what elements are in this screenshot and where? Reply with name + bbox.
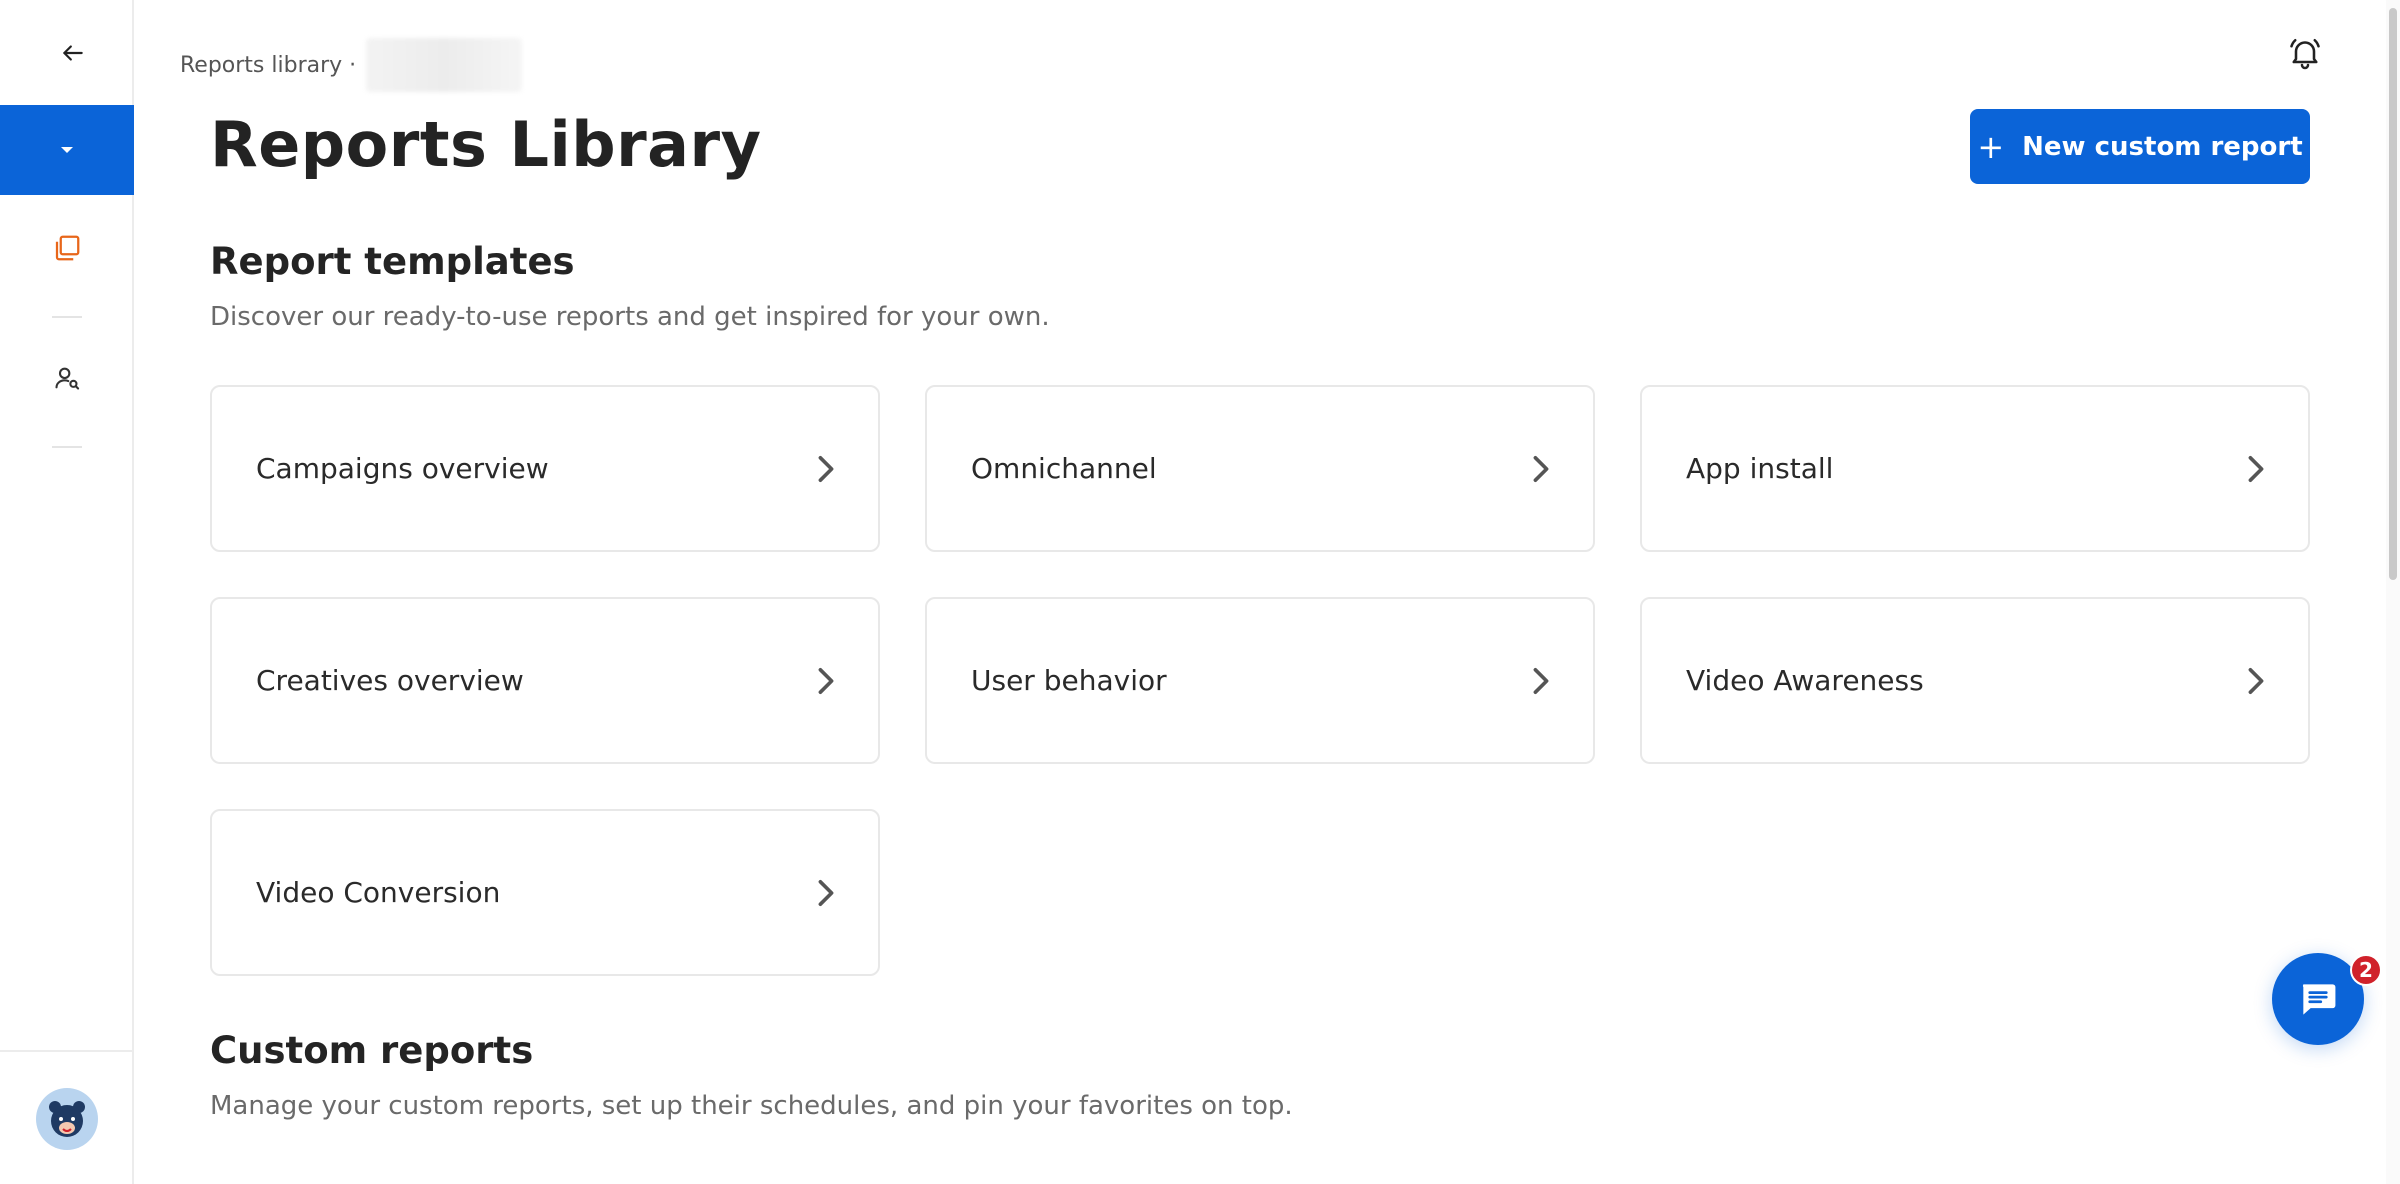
template-card-label: Omnichannel [971,452,1157,485]
user-search-icon [55,367,80,390]
templates-section-subtitle: Discover our ready-to-use reports and ge… [210,302,1050,332]
chevron-right-icon [1529,454,1553,484]
account-switcher-button[interactable] [0,105,134,195]
topbar: Reports library · [134,0,2400,100]
template-card-campaigns-overview[interactable]: Campaigns overview [210,385,880,552]
template-card-label: User behavior [971,664,1167,697]
caret-down-icon [61,147,73,153]
sidebar-footer-divider [0,1050,134,1052]
template-card-omnichannel[interactable]: Omnichannel [925,385,1595,552]
notifications-button[interactable] [2284,32,2326,74]
bell-ring-icon [2290,38,2320,70]
chat-unread-badge: 2 [2350,954,2382,986]
chevron-right-icon [1529,666,1553,696]
breadcrumb-reports-library[interactable]: Reports library · [180,53,356,78]
template-card-creatives-overview[interactable]: Creatives overview [210,597,880,764]
chevron-right-icon [814,666,838,696]
scrollbar-thumb[interactable] [2389,8,2397,580]
chevron-right-icon [814,454,838,484]
chevron-right-icon [2244,666,2268,696]
template-card-label: Video Awareness [1686,664,1924,697]
library-icon [55,235,80,261]
chevron-right-icon [814,878,838,908]
user-avatar[interactable] [36,1088,98,1150]
template-card-label: Campaigns overview [256,452,549,485]
chevron-right-icon [2244,454,2268,484]
chat-bubble-icon [2302,984,2336,1015]
breadcrumb: Reports library · [180,38,523,92]
new-custom-report-button[interactable]: + New custom report [1970,109,2310,184]
sidebar-divider [52,446,82,448]
sidebar-divider [52,316,82,318]
template-card-user-behavior[interactable]: User behavior [925,597,1595,764]
custom-section-subtitle: Manage your custom reports, set up their… [210,1091,1293,1121]
sidebar-item-audience[interactable] [34,345,100,411]
sidebar-item-reports[interactable] [34,215,100,281]
templates-section-title: Report templates [210,240,575,283]
new-custom-report-label: New custom report [2022,131,2303,162]
breadcrumb-redacted-account [366,38,523,92]
template-card-label: Video Conversion [256,876,501,909]
template-card-label: Creatives overview [256,664,524,697]
template-card-label: App install [1686,452,1834,485]
back-button[interactable] [50,30,96,76]
template-card-app-install[interactable]: App install [1640,385,2310,552]
bear-avatar-icon [49,1101,85,1137]
template-card-video-awareness[interactable]: Video Awareness [1640,597,2310,764]
template-card-video-conversion[interactable]: Video Conversion [210,809,880,976]
custom-section-title: Custom reports [210,1029,534,1072]
plus-icon: + [1977,127,2005,166]
sidebar [0,0,134,1184]
page-title: Reports Library [210,108,762,181]
arrow-left-icon [63,45,83,61]
page-scrollbar[interactable] [2386,0,2400,1184]
